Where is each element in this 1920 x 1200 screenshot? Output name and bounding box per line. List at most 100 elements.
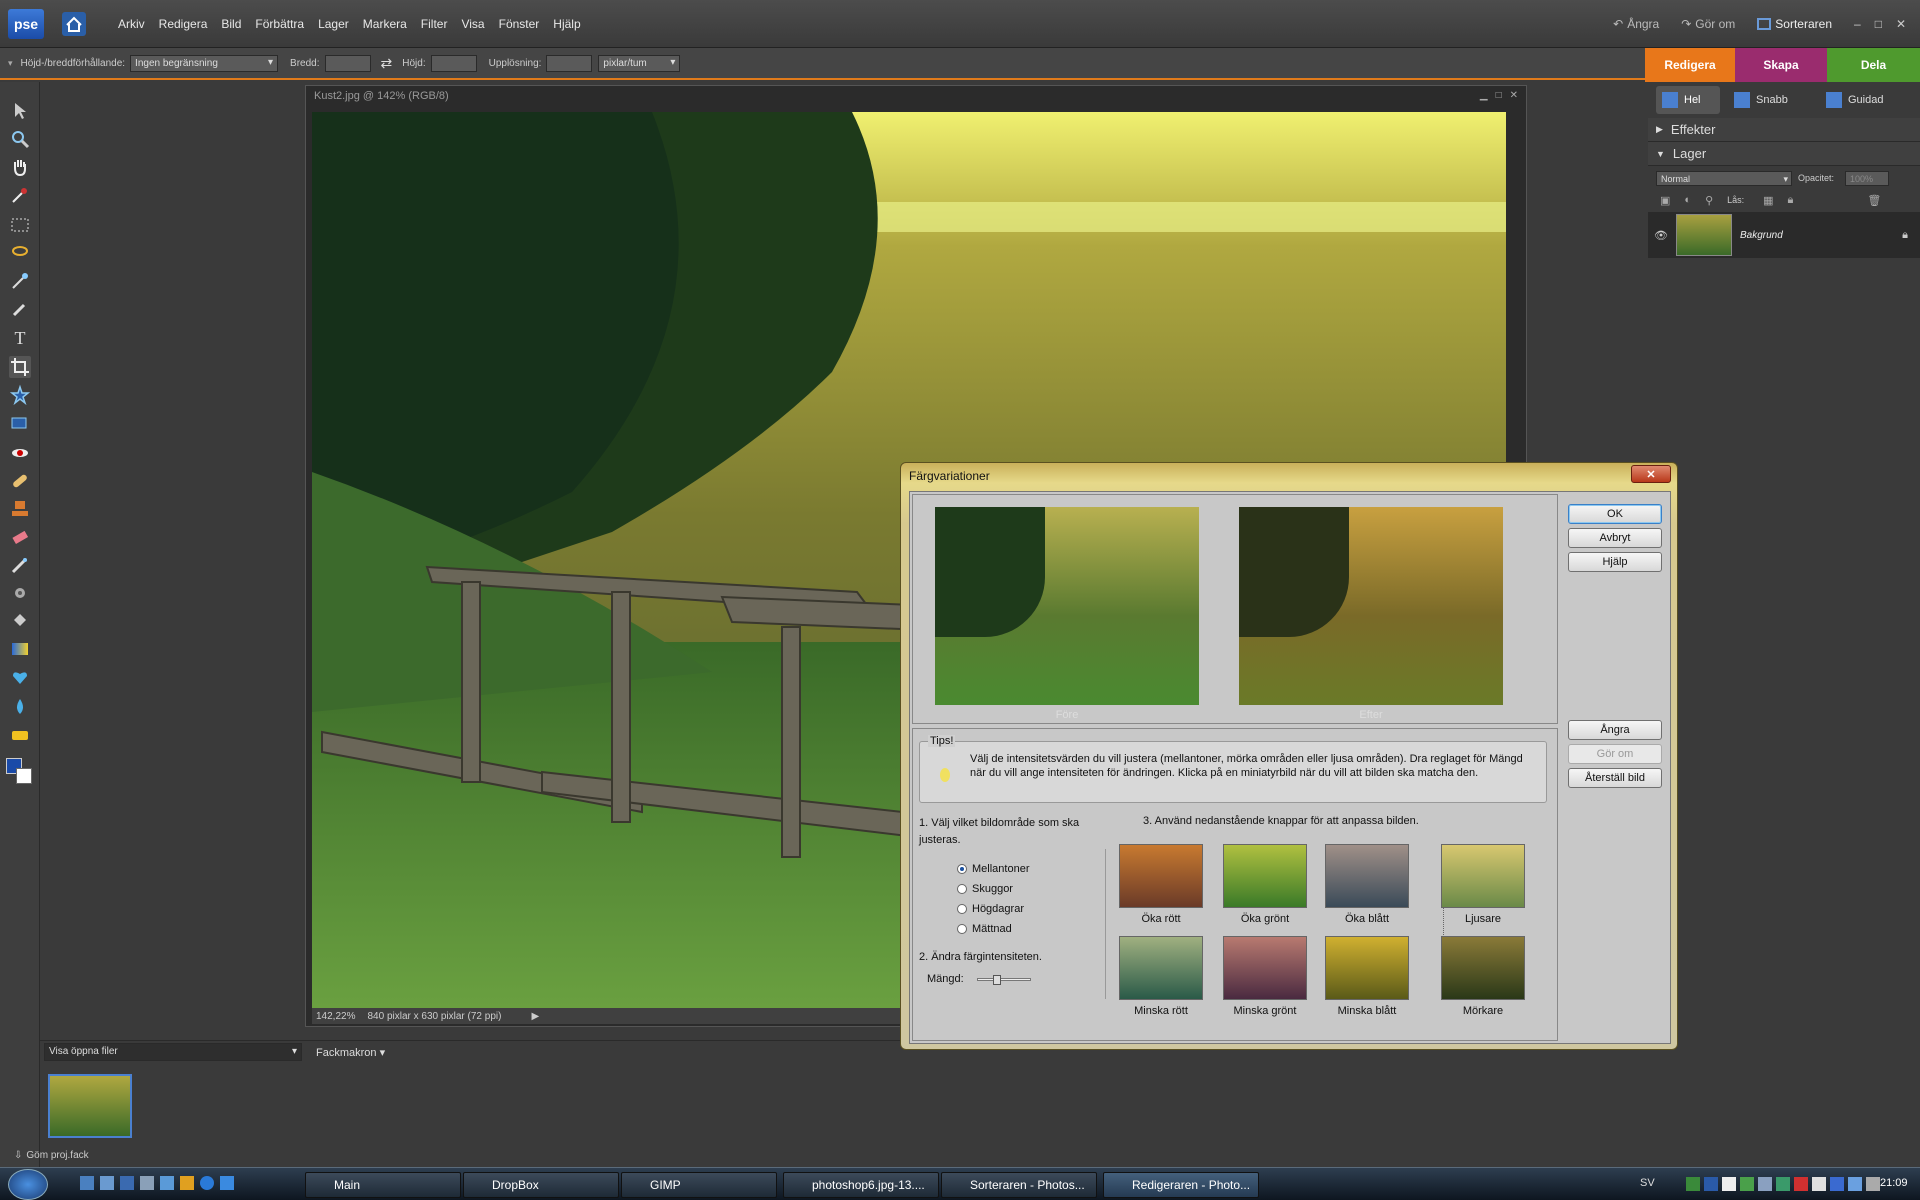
redo-button[interactable]: ↷ Gör om [1681,17,1735,31]
status-arrow-icon[interactable]: ▶ [531,1011,539,1022]
task-editor[interactable]: Redigeraren - Photo... [1103,1172,1259,1198]
switch-windows-icon[interactable] [100,1176,114,1190]
swap-icon[interactable]: ⇄ [381,55,393,72]
background-color-swatch[interactable] [16,768,32,784]
close-icon[interactable]: ✕ [1896,17,1906,31]
shape-tool-icon[interactable] [9,666,31,688]
folder-icon[interactable] [180,1176,194,1190]
photoshop-elements-icon[interactable] [220,1176,234,1190]
files-icon[interactable] [160,1176,174,1190]
tray-icon[interactable] [1794,1177,1808,1191]
calculator-icon[interactable] [140,1176,154,1190]
task-organizer[interactable]: Sorteraren - Photos... [941,1172,1097,1198]
thumb-decrease-green[interactable] [1223,936,1307,1000]
task-main[interactable]: Main [305,1172,461,1198]
help-button[interactable]: Hjälp [1568,552,1662,572]
clone-stamp-tool-icon[interactable] [9,498,31,520]
link-icon[interactable]: ⚲ [1705,194,1713,207]
tray-icon[interactable] [1830,1177,1844,1191]
thumb-darker[interactable] [1441,936,1525,1000]
start-button[interactable] [8,1169,48,1200]
smart-brush-tool-icon[interactable] [9,582,31,604]
cancel-button[interactable]: Avbryt [1568,528,1662,548]
ok-button[interactable]: OK [1568,504,1662,524]
tray-icon[interactable] [1722,1177,1736,1191]
tab-create[interactable]: Skapa [1735,48,1827,82]
guided-edit-button[interactable]: Guidad [1820,86,1904,114]
lasso-tool-icon[interactable] [9,242,31,264]
cookie-cutter-tool-icon[interactable] [9,384,31,406]
task-dropbox[interactable]: DropBox [463,1172,619,1198]
thumb-decrease-red[interactable] [1119,936,1203,1000]
effects-panel-header[interactable]: ▶ Effekter [1648,118,1920,142]
thumb-increase-green[interactable] [1223,844,1307,908]
bin-source-select[interactable]: Visa öppna filer ▾ [44,1043,302,1061]
marquee-tool-icon[interactable] [9,214,31,236]
new-layer-icon[interactable]: ▣ [1660,194,1670,207]
radio-saturation[interactable]: Mättnad [957,919,1029,939]
menu-arkiv[interactable]: Arkiv [118,0,145,48]
tray-icon[interactable] [1686,1177,1700,1191]
internet-explorer-icon[interactable] [200,1176,214,1190]
menu-fonster[interactable]: Fönster [499,0,540,48]
move-tool-icon[interactable] [9,100,31,122]
monitor-icon[interactable] [120,1176,134,1190]
dialog-redo-button[interactable]: Gör om [1568,744,1662,764]
layer-row[interactable]: 👁︎ Bakgrund 🔒︎ [1648,212,1920,258]
clock[interactable]: 21:09 [1880,1177,1908,1189]
sponge-tool-icon[interactable] [9,724,31,746]
gradient-tool-icon[interactable] [9,638,31,660]
eraser-tool-icon[interactable] [9,526,31,548]
adjustment-layer-icon[interactable]: ◐ [1684,194,1691,206]
magic-wand-tool-icon[interactable] [9,270,31,292]
opacity-input[interactable]: 100% [1845,170,1890,186]
show-desktop-icon[interactable] [80,1176,94,1190]
menu-forbattra[interactable]: Förbättra [255,0,304,48]
home-icon[interactable] [62,12,86,36]
thumb-increase-red[interactable] [1119,844,1203,908]
tray-icon[interactable] [1776,1177,1790,1191]
text-tool-icon[interactable]: T [9,328,31,350]
dialog-undo-button[interactable]: Ångra [1568,720,1662,740]
radio-highlights[interactable]: Högdagrar [957,899,1029,919]
bin-thumbnail[interactable] [48,1074,132,1138]
dialog-close-button[interactable]: ✕ [1631,465,1671,483]
aspect-select[interactable]: Ingen begränsning ▾ [130,54,279,72]
paint-bucket-tool-icon[interactable] [9,610,31,632]
blur-tool-icon[interactable] [9,696,31,718]
menu-visa[interactable]: Visa [461,0,484,48]
undo-button[interactable]: ↶ Ångra [1613,17,1659,31]
minimize-icon[interactable]: ▁ [1480,90,1488,101]
language-indicator[interactable]: SV [1640,1177,1655,1189]
height-input[interactable] [430,54,477,72]
lock-transparency-icon[interactable]: ▦ [1763,194,1773,207]
blend-mode-select[interactable]: Normal ▾ [1656,170,1792,186]
tab-edit[interactable]: Redigera [1645,48,1735,82]
full-edit-button[interactable]: Hel [1656,86,1720,114]
crop-tool-icon[interactable] [9,356,31,378]
thumb-decrease-blue[interactable] [1325,936,1409,1000]
thumb-lighter[interactable] [1441,844,1525,908]
options-arrow-icon[interactable]: ▾ [8,58,13,69]
menu-bild[interactable]: Bild [221,0,241,48]
organizer-button[interactable]: Sorteraren [1757,17,1832,31]
trash-icon[interactable]: 🗑︎ [1867,194,1881,207]
width-input[interactable] [324,54,371,72]
straighten-tool-icon[interactable] [9,412,31,434]
zoom-tool-icon[interactable] [9,128,31,150]
network-icon[interactable] [1848,1177,1862,1191]
layers-panel-header[interactable]: ▼ Lager [1648,142,1920,166]
close-icon[interactable]: ✕ [1510,90,1518,101]
thumb-increase-blue[interactable] [1325,844,1409,908]
menu-lager[interactable]: Lager [318,0,349,48]
tab-share[interactable]: Dela [1827,48,1920,82]
resolution-input[interactable] [546,54,593,72]
menu-markera[interactable]: Markera [363,0,407,48]
tray-icon[interactable] [1758,1177,1772,1191]
amount-slider-track[interactable] [977,975,1031,985]
tray-icon[interactable] [1812,1177,1826,1191]
red-eye-tool-icon[interactable] [9,442,31,464]
menu-filter[interactable]: Filter [421,0,448,48]
radio-midtones[interactable]: Mellantoner [957,859,1029,879]
tray-icon[interactable] [1740,1177,1754,1191]
